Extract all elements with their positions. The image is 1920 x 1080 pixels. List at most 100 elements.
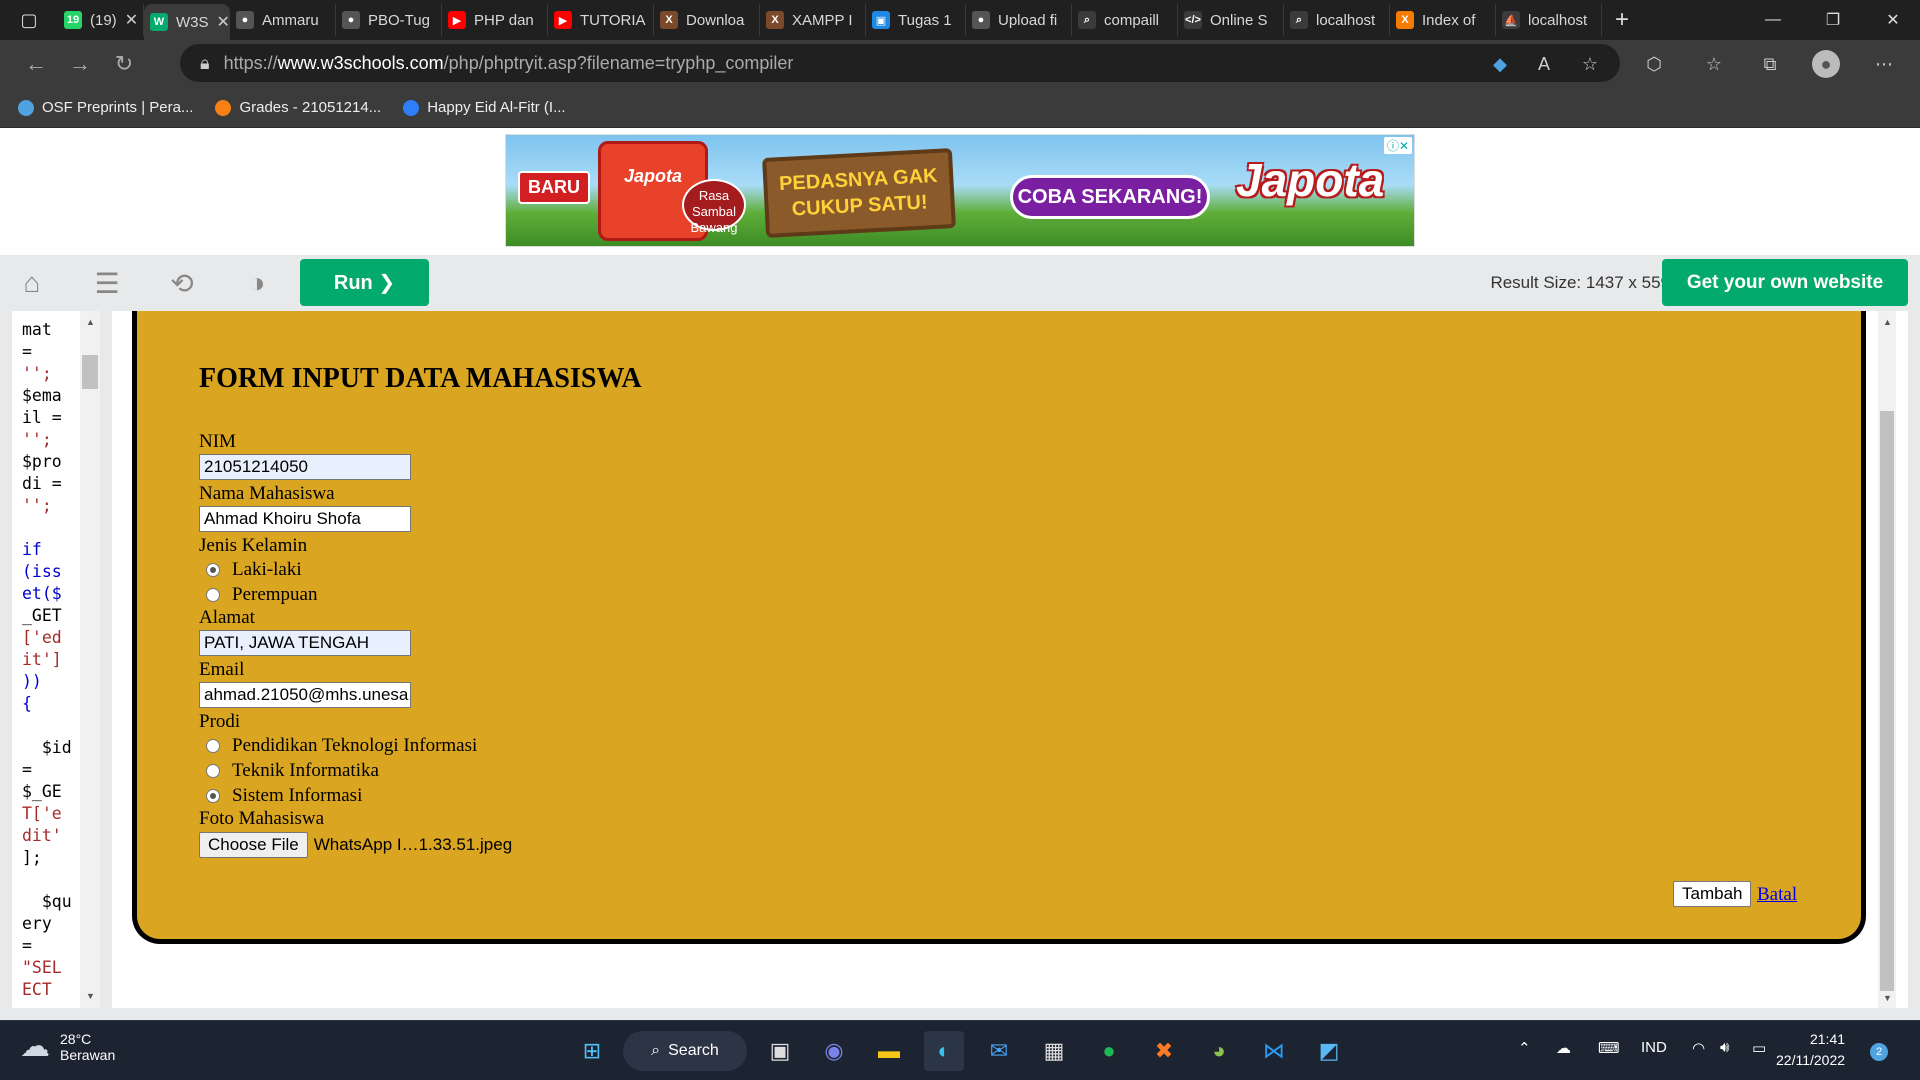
radio-button[interactable] [206, 763, 220, 778]
vscode-icon[interactable]: ⋈ [1254, 1031, 1294, 1071]
theme-toggle-icon[interactable]: ◑ [237, 265, 277, 301]
keyboard-icon[interactable]: ⌨ [1598, 1039, 1620, 1057]
address-bar[interactable]: 🔒︎ https://www.w3schools.com/php/phptryi… [180, 44, 1620, 82]
browser-tab[interactable]: X Downloa [654, 4, 760, 36]
nim-input[interactable] [199, 454, 411, 480]
workspaces-icon[interactable]: ▢ [0, 0, 58, 40]
clock[interactable]: 21:41 22/11/2022 [1776, 1029, 1845, 1071]
browser-tab[interactable]: ⌕ compaill [1072, 4, 1178, 36]
shopping-tag-icon[interactable]: ◆ [1486, 50, 1514, 78]
browser-tab[interactable]: X XAMPP I [760, 4, 866, 36]
browser-tab[interactable]: ⛵ localhost [1496, 4, 1602, 36]
store-icon[interactable]: ▦ [1034, 1031, 1074, 1071]
edge-icon[interactable]: ◐ [924, 1031, 964, 1071]
batal-link[interactable]: Batal [1757, 884, 1797, 906]
favorites-icon[interactable]: ☆ [1700, 50, 1728, 78]
browser-tab[interactable]: </> Online S [1178, 4, 1284, 36]
browser-tab[interactable]: 19 (19) ✕ [58, 4, 144, 36]
radio-option[interactable]: Pendidikan Teknologi Informasi [206, 733, 642, 758]
mail-icon[interactable]: ✉ [979, 1031, 1019, 1071]
notification-badge[interactable]: 2 [1870, 1043, 1888, 1061]
back-icon[interactable]: ← [14, 44, 58, 84]
radio-option[interactable]: Teknik Informatika [206, 758, 642, 783]
close-tab-icon[interactable]: ✕ [217, 12, 229, 32]
profile-avatar[interactable]: ● [1812, 50, 1840, 78]
code-scrollbar[interactable]: ▲ ▼ [80, 311, 100, 1008]
result-scrollbar[interactable]: ▲ ▼ [1878, 311, 1896, 1008]
restore-icon[interactable]: ❐ [1803, 0, 1863, 40]
start-icon[interactable]: ⊞ [572, 1031, 612, 1071]
ad-cta-button[interactable]: COBA SEKARANG! [1010, 175, 1210, 219]
choose-file-button[interactable]: Choose File [199, 832, 308, 858]
close-tab-icon[interactable]: ✕ [125, 10, 138, 30]
minimize-icon[interactable]: — [1743, 0, 1803, 40]
favorite-link[interactable]: Grades - 21051214... [215, 99, 381, 116]
browser-tab[interactable]: W W3S ✕ [144, 4, 230, 40]
radio-option[interactable]: Perempuan [206, 582, 642, 607]
run-button[interactable]: Run ❯ [300, 259, 429, 306]
radio-button[interactable] [206, 788, 220, 803]
menu-icon[interactable]: ☰ [87, 265, 127, 301]
teams-chat-icon[interactable]: ◉ [814, 1031, 854, 1071]
browser-tab[interactable]: ● PBO-Tug [336, 4, 442, 36]
onedrive-icon[interactable]: ☁ [1556, 1039, 1571, 1057]
code-line: )) [22, 672, 42, 691]
browser-tab[interactable]: ● Upload fi [966, 4, 1072, 36]
ad-banner[interactable]: BARU Japota Rasa Sambal Bawang PEDASNYA … [505, 134, 1415, 247]
result-scroll-thumb[interactable] [1880, 411, 1894, 991]
radio-button[interactable] [206, 738, 220, 753]
rotate-layout-icon[interactable]: ⟲ [162, 265, 202, 301]
scroll-down-icon[interactable]: ▼ [86, 991, 95, 1001]
favorite-link[interactable]: Happy Eid Al-Fitr (I... [403, 99, 566, 116]
scroll-up-icon[interactable]: ▲ [86, 317, 95, 327]
collections-icon[interactable]: ⧉ [1756, 50, 1784, 78]
radio-button[interactable] [206, 562, 220, 577]
new-tab-button[interactable]: + [1602, 6, 1642, 34]
browser-tab[interactable]: ⌕ localhost [1284, 4, 1390, 36]
home-icon[interactable]: ⌂ [12, 265, 52, 301]
photos-icon[interactable]: ◩ [1309, 1031, 1349, 1071]
code-text[interactable]: mat = ''; $ema il = ''; $pro di = ''; if (iss et($ _… [22, 319, 86, 1001]
xampp-icon[interactable]: ✖ [1144, 1031, 1184, 1071]
get-website-button[interactable]: Get your own website [1662, 259, 1908, 306]
language-indicator[interactable]: IND [1641, 1039, 1667, 1056]
radio-option[interactable]: Sistem Informasi [206, 783, 642, 808]
browser-tab[interactable]: ▶ TUTORIA [548, 4, 654, 36]
file-input[interactable]: Choose File WhatsApp I…1.33.51.jpeg [199, 832, 642, 858]
nama-input[interactable] [199, 506, 411, 532]
browser-tab[interactable]: ▣ Tugas 1 [866, 4, 966, 36]
adchoices-icon[interactable]: ⓘ✕ [1383, 137, 1412, 154]
battery-icon[interactable]: ▭ [1752, 1039, 1766, 1057]
chrome-canary-icon[interactable]: ◕ [1199, 1031, 1239, 1071]
taskbar-search[interactable]: ⌕ Search [623, 1031, 747, 1071]
read-aloud-icon[interactable]: A [1530, 50, 1558, 78]
browser-tab[interactable]: ▶ PHP dan [442, 4, 548, 36]
canva-icon [403, 99, 420, 116]
volume-icon[interactable]: 🔊︎ [1720, 1039, 1729, 1056]
tray-overflow-icon[interactable]: ⌃ [1518, 1039, 1531, 1057]
task-view-icon[interactable]: ▣ [760, 1031, 800, 1071]
add-favorite-icon[interactable]: ☆ [1576, 50, 1604, 78]
file-explorer-icon[interactable]: ▬ [869, 1031, 909, 1071]
radio-option[interactable]: Laki-laki [206, 557, 642, 582]
spotify-icon[interactable]: ● [1089, 1031, 1129, 1071]
email-input[interactable] [199, 682, 411, 708]
result-scroll-up-icon[interactable]: ▲ [1883, 317, 1892, 327]
close-window-icon[interactable]: ✕ [1863, 0, 1920, 40]
browser-tab[interactable]: X Index of [1390, 4, 1496, 36]
more-menu-icon[interactable]: ⋯ [1870, 50, 1898, 78]
wifi-icon[interactable]: ◠ [1692, 1039, 1705, 1057]
tab-label: Index of [1422, 11, 1476, 29]
extensions-icon[interactable]: ⬡ [1640, 50, 1668, 78]
radio-button[interactable] [206, 587, 220, 602]
favorite-link[interactable]: OSF Preprints | Pera... [18, 99, 193, 116]
code-scroll-thumb[interactable] [82, 355, 98, 389]
browser-tab[interactable]: ● Ammaru [230, 4, 336, 36]
forward-icon[interactable]: → [58, 44, 102, 84]
tambah-button[interactable]: Tambah [1673, 881, 1752, 907]
alamat-input[interactable] [199, 630, 411, 656]
weather-widget[interactable]: ☁ 28°C Berawan [20, 1029, 115, 1064]
result-scroll-down-icon[interactable]: ▼ [1883, 993, 1892, 1003]
refresh-icon[interactable]: ↻ [102, 44, 146, 84]
tab-list: 19 (19) ✕ W W3S ✕ ● Ammaru ● PBO-Tug ▶ PHP dan ▶ TUTO… [58, 0, 1602, 40]
